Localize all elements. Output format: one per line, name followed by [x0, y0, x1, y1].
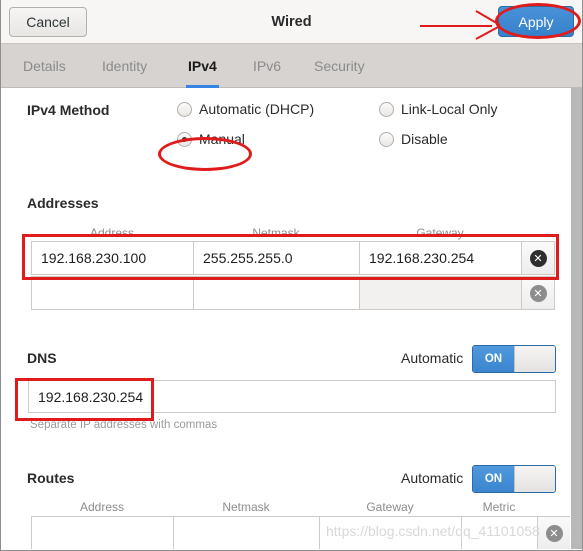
address-input-1[interactable] — [31, 276, 194, 310]
delete-address-row-1-button[interactable]: ✕ — [521, 276, 555, 310]
radio-indicator — [379, 101, 394, 117]
addresses-label: Addresses — [27, 195, 99, 211]
radio-indicator-selected — [177, 131, 192, 147]
delete-circle-icon: ✕ — [529, 284, 547, 302]
gateway-input-0[interactable]: 192.168.230.254 — [359, 241, 522, 275]
delete-circle-icon: ✕ — [545, 524, 563, 542]
radio-indicator — [379, 131, 394, 147]
radio-label: Link-Local Only — [401, 101, 498, 117]
route-netmask-input-0[interactable] — [173, 516, 320, 549]
radio-label: Manual — [199, 131, 245, 147]
dns-servers-input[interactable]: 192.168.230.254 — [28, 380, 556, 413]
routes-col-metric: Metric — [482, 500, 516, 514]
radio-indicator — [177, 101, 192, 117]
tab-ipv6[interactable]: IPv6 — [251, 44, 283, 88]
radio-disable[interactable]: Disable — [379, 131, 448, 147]
dns-automatic-toggle[interactable]: ON — [472, 345, 556, 373]
cancel-button[interactable]: Cancel — [9, 7, 87, 37]
delete-circle-icon: ✕ — [529, 249, 547, 267]
address-input-0[interactable]: 192.168.230.100 — [31, 241, 194, 275]
network-settings-dialog: Wired Cancel Apply Details Identity IPv4… — [0, 0, 583, 551]
settings-scroll-area: IPv4 Method Automatic (DHCP) Manual Link… — [1, 88, 582, 549]
address-row: ✕ — [31, 276, 555, 310]
netmask-input-0[interactable]: 255.255.255.0 — [193, 241, 360, 275]
radio-label: Automatic (DHCP) — [199, 101, 315, 117]
addresses-col-gateway: Gateway — [416, 226, 464, 240]
dialog-titlebar: Wired Cancel Apply — [1, 0, 582, 44]
tab-ipv4[interactable]: IPv4 — [186, 44, 219, 88]
gateway-input-1 — [359, 276, 522, 310]
toggle-knob — [513, 466, 555, 492]
addresses-col-address: Address — [89, 226, 135, 240]
route-row: ✕ — [31, 516, 571, 549]
routes-col-gateway: Gateway — [366, 500, 414, 514]
toggle-on-label: ON — [473, 466, 514, 492]
routes-label: Routes — [27, 470, 75, 486]
tab-bar: Details Identity IPv4 IPv6 Security — [1, 44, 582, 88]
vertical-scrollbar[interactable] — [570, 88, 582, 549]
route-metric-input-0[interactable] — [461, 516, 538, 549]
tab-security[interactable]: Security — [312, 44, 367, 88]
route-address-input-0[interactable] — [31, 516, 174, 549]
routes-automatic-toggle[interactable]: ON — [472, 465, 556, 493]
apply-button[interactable]: Apply — [498, 6, 574, 37]
tab-identity[interactable]: Identity — [100, 44, 149, 88]
addresses-col-netmask: Netmask — [252, 226, 300, 240]
address-row: 192.168.230.100 255.255.255.0 192.168.23… — [31, 241, 555, 275]
routes-col-netmask: Netmask — [222, 500, 270, 514]
dns-label: DNS — [27, 350, 57, 366]
delete-route-row-0-button[interactable]: ✕ — [537, 516, 571, 549]
radio-manual[interactable]: Manual — [177, 131, 245, 147]
toggle-on-label: ON — [473, 346, 514, 372]
delete-address-row-0-button[interactable]: ✕ — [521, 241, 555, 275]
radio-label: Disable — [401, 131, 448, 147]
netmask-input-1[interactable] — [193, 276, 360, 310]
tab-details[interactable]: Details — [21, 44, 68, 88]
ipv4-method-label: IPv4 Method — [27, 102, 110, 118]
page-title: Wired — [271, 14, 312, 30]
toggle-knob — [513, 346, 555, 372]
dns-automatic-label: Automatic — [401, 350, 464, 366]
radio-automatic-dhcp[interactable]: Automatic (DHCP) — [177, 101, 314, 117]
routes-col-address: Address — [79, 500, 125, 514]
routes-automatic-label: Automatic — [401, 470, 464, 486]
dns-hint-text: Separate IP addresses with commas — [30, 419, 218, 431]
route-gateway-input-0[interactable] — [319, 516, 462, 549]
radio-link-local-only[interactable]: Link-Local Only — [379, 101, 498, 117]
